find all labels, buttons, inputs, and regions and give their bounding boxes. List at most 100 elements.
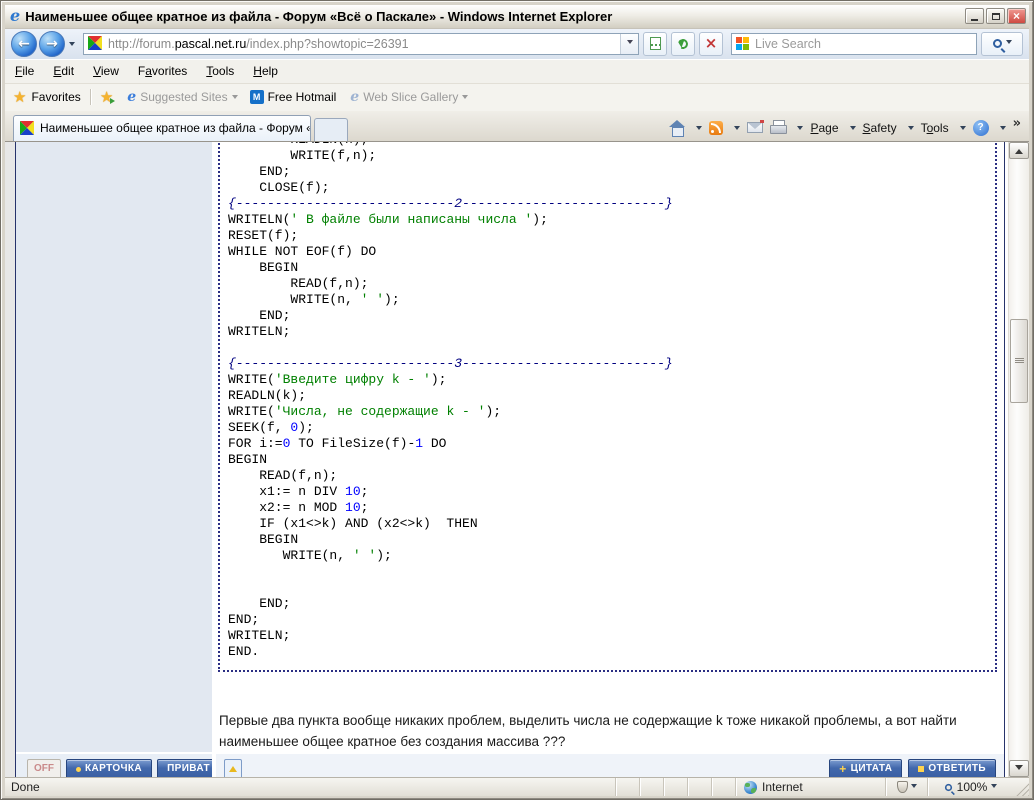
scroll-down-button[interactable] [1009,760,1029,777]
help-dropdown-icon[interactable] [1000,126,1006,133]
security-dropdown-icon[interactable] [911,784,917,791]
compatibility-view-button[interactable] [643,32,667,56]
title-bar[interactable]: e Наименьшее общее кратное из файла - Фо… [5,5,1029,28]
private-button[interactable]: ПРИВАТ [157,759,220,777]
up-arrow-icon [229,762,237,772]
minimize-button[interactable] [965,8,984,24]
print-icon[interactable] [770,121,786,134]
close-button[interactable]: × [1007,8,1026,24]
zoom-control[interactable]: 100% [927,778,1013,796]
status-panel [711,778,735,796]
safety-menu-button[interactable]: Safety [863,121,897,135]
refresh-icon [677,37,690,50]
web-slice-gallery-button[interactable]: Web Slice Gallery [363,90,458,104]
code-line: END; [228,164,987,180]
tab-active[interactable]: Наименьшее общее кратное из файла - Фору… [13,115,311,141]
menu-tools[interactable]: Tools [206,64,234,78]
feeds-dropdown-icon[interactable] [734,126,740,133]
favorites-bar: ★ Favorites ★ e Suggested Sites M Free H… [5,83,1029,111]
scroll-to-top-button[interactable] [224,759,242,777]
post-row: READLN(n); WRITE(f,n); END; CLOSE(f);{--… [16,142,1004,752]
add-to-favorites-bar-icon[interactable]: ★ [100,90,113,105]
refresh-button[interactable] [671,32,695,56]
home-dropdown-icon[interactable] [696,126,702,133]
favorites-star-icon: ★ [13,90,26,105]
zoom-dropdown-icon[interactable] [991,784,997,791]
code-line [228,564,987,580]
back-button[interactable]: ← [11,31,37,57]
scroll-up-button[interactable] [1009,142,1029,159]
separator [90,89,91,105]
scrollbar-thumb[interactable] [1010,319,1028,403]
code-line: END. [228,644,987,660]
search-input[interactable] [753,36,972,52]
recent-pages-dropdown-icon[interactable] [69,42,75,49]
card-button[interactable]: КАРТОЧКА [66,759,152,777]
code-line: READ(f,n); [228,276,987,292]
menu-favorites[interactable]: Favorites [138,64,187,78]
vertical-scrollbar[interactable] [1008,142,1029,777]
menu-view[interactable]: View [93,64,119,78]
maximize-button[interactable] [986,8,1005,24]
web-slice-gallery-dropdown-icon[interactable] [462,95,468,102]
code-line: WRITE('Введите цифру k - '); [228,372,987,388]
home-icon[interactable] [669,121,685,135]
page-dropdown-icon[interactable] [850,126,856,133]
resize-grip[interactable] [1013,780,1029,796]
code-line: READ(f,n); [228,468,987,484]
free-hotmail-button[interactable]: Free Hotmail [268,90,337,104]
tab-favicon [20,121,35,136]
reply-icon [918,766,924,772]
plus-icon: + [839,764,846,774]
post-body: READLN(n); WRITE(f,n); END; CLOSE(f);{--… [216,142,1004,752]
compatibility-icon [650,37,661,50]
address-dropdown-button[interactable] [620,34,638,54]
tools-dropdown-icon[interactable] [960,126,966,133]
read-mail-icon[interactable] [747,122,763,133]
help-icon[interactable]: ? [973,120,989,136]
suggested-sites-button[interactable]: Suggested Sites [140,90,227,104]
safety-dropdown-icon[interactable] [908,126,914,133]
address-bar[interactable]: http://forum.pascal.net.ru/index.php?sho… [83,33,639,55]
code-line: END; [228,308,987,324]
page-content: READLN(n); WRITE(f,n); END; CLOSE(f);{--… [5,141,1029,777]
forward-button[interactable]: → [39,31,65,57]
off-button[interactable]: OFF [27,759,61,777]
code-line: WRITE('Числа, не содержащие k - '); [228,404,987,420]
scrollbar-track[interactable] [1009,159,1029,760]
tools-menu-button[interactable]: Tools [921,121,949,135]
code-line: WRITELN(' В файле были написаны числа ')… [228,212,987,228]
search-options-dropdown-icon[interactable] [1006,40,1012,47]
menu-edit[interactable]: Edit [53,64,74,78]
feeds-icon[interactable] [709,121,723,135]
code-line: {----------------------------3----------… [228,356,987,372]
security-report-panel[interactable] [885,778,927,796]
toolbar-overflow-icon[interactable]: » [1013,117,1021,130]
search-button[interactable] [981,32,1023,56]
code-line: {----------------------------2----------… [228,196,987,212]
code-line: x2:= n MOD 10; [228,500,987,516]
menu-file[interactable]: File [15,64,34,78]
search-box[interactable] [731,33,977,55]
globe-icon [744,781,757,794]
page-margin [5,142,15,777]
code-line [228,580,987,596]
stop-button[interactable]: × [699,32,723,56]
page-menu-button[interactable]: Page [810,121,838,135]
print-dropdown-icon[interactable] [797,126,803,133]
quote-button[interactable]: +ЦИТАТА [829,759,902,777]
suggested-sites-dropdown-icon[interactable] [232,95,238,102]
code-block-clip: READLN(n); WRITE(f,n); END; CLOSE(f);{--… [218,142,997,672]
new-tab-button[interactable] [314,118,348,141]
status-panel [639,778,663,796]
menu-help[interactable]: Help [253,64,278,78]
code-line: BEGIN [228,452,987,468]
code-line [228,340,987,356]
code-line: CLOSE(f); [228,180,987,196]
favorites-button[interactable]: Favorites [31,90,80,104]
browser-window: e Наименьшее общее кратное из файла - Фо… [0,0,1034,800]
code-line: x1:= n DIV 10; [228,484,987,500]
reply-button[interactable]: ОТВЕТИТЬ [908,759,996,777]
code-line: WRITE(n, ' '); [228,548,987,564]
status-panel [615,778,639,796]
